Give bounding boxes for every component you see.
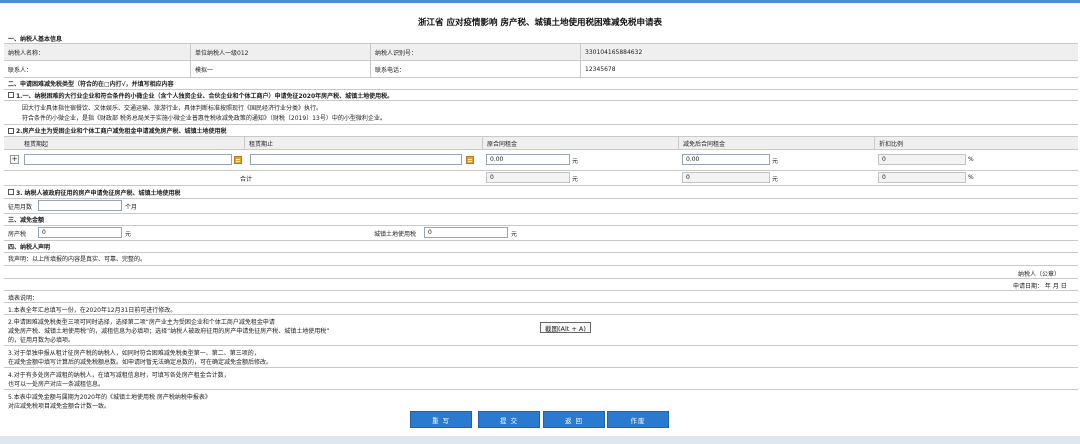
option-2-row: 2.房产业主为受困企业和个体工商户减免租金申请减免房产税、城镇土地使用税 xyxy=(4,125,1078,136)
screenshot-tooltip: 截图(Alt + A) xyxy=(540,322,591,333)
requisition-months-input[interactable] xyxy=(38,200,122,211)
option-3-label: 3. 纳税人被政府征用的房产申请免征房产税、城镇土地使用税 xyxy=(16,189,181,197)
unit-yuan: 元 xyxy=(772,158,779,165)
col-rent-before: 原合同租金 xyxy=(482,137,678,149)
lease-end-input[interactable] xyxy=(250,154,462,165)
notes-heading: 填表说明： xyxy=(8,295,39,302)
divider xyxy=(4,278,1078,279)
reduction-amount-row: 房产税 0 元 城镇土地使用税 0 元 xyxy=(4,226,1078,240)
taxpayer-id-value: 330104165884632 xyxy=(580,44,1078,60)
option-1-note-2: 符合条件的小微企业，是指《财政部 税务总局关于实施小微企业普惠性税收减免政策的通… xyxy=(22,114,386,122)
lease-total-row: 合计 0 元 0 元 0 % xyxy=(4,171,1078,185)
note-5a: 5.本表中减免金额与属期为2020年的《城镇土地使用税 房产税纳税申报表》 xyxy=(8,394,211,401)
contact-value: 模拟一 xyxy=(190,61,370,77)
rent-before-input[interactable]: 0.00 xyxy=(486,154,570,165)
land-tax-input[interactable]: 0 xyxy=(424,227,508,238)
section-2-heading: 二、申请困难减免税类型（符合的在□内打√，并填写相应内容 xyxy=(8,81,174,88)
back-button[interactable]: 返 回 xyxy=(543,411,605,428)
total-discount: 0 xyxy=(878,172,966,183)
add-row-button[interactable]: + xyxy=(10,155,19,164)
calendar-icon[interactable] xyxy=(234,156,242,164)
taxpayer-name-row: 纳税人名称： 单位纳税人一级012 纳税人识别号： 33010416588463… xyxy=(4,44,1078,60)
col-rent-after: 减免后合同租金 xyxy=(678,137,874,149)
unit-yuan: 元 xyxy=(772,176,779,183)
option-1-row: 1.一、纳税困难的大行业企业和符合条件的小微企业（含个人独资企业、合伙企业和个体… xyxy=(4,90,1078,100)
property-tax-label: 房产税 xyxy=(8,231,27,238)
note-3b: 在减免金额中填写计算后的减免税额总数。如申请时暂无法确定总数的，可在确定减免金额… xyxy=(8,359,273,366)
lease-start-input[interactable] xyxy=(24,154,232,165)
requisition-label: 征用月数 xyxy=(8,204,33,211)
property-tax-input[interactable]: 0 xyxy=(38,227,122,238)
note-3a: 3.对于单独申报从租计征房产税的纳税人，如同时符合困难减免税类型第一、第二、第三… xyxy=(8,350,260,357)
divider xyxy=(4,290,1078,291)
section-3-heading: 三、减免金额 xyxy=(8,217,45,224)
section-4-heading: 四、纳税人声明 xyxy=(8,244,51,251)
application-date: 申请日期： 年 月 日 xyxy=(1013,283,1067,290)
land-tax-label: 城镇土地使用税 xyxy=(374,231,417,238)
discount-output: 0 xyxy=(878,154,966,165)
requisition-row: 征用月数 个月 xyxy=(4,199,1078,213)
option-2-label: 2.房产业主为受困企业和个体工商户减免租金申请减免房产税、城镇土地使用税 xyxy=(16,128,227,135)
col-lease-start: 租赁期起 xyxy=(24,140,49,148)
note-4b: 也可以一处房产对应一条减租信息。 xyxy=(8,381,105,388)
note-1: 1.本表全年汇总填写一份，在2020年12月31日前可进行修改。 xyxy=(8,307,177,314)
divider xyxy=(4,100,1078,101)
phone-value: 12345678 xyxy=(580,61,1078,77)
form-title: 浙江省 应对疫情影响 房产税、城镇土地使用税困难减免税申请表 xyxy=(418,18,662,28)
total-label: 合计 xyxy=(240,176,253,183)
divider xyxy=(4,314,1078,315)
submit-button[interactable]: 提 交 xyxy=(478,411,540,428)
option-1-checkbox[interactable] xyxy=(8,92,14,98)
contact-label: 联系人： xyxy=(8,66,33,74)
unit-percent: % xyxy=(968,156,974,163)
divider xyxy=(4,345,1078,346)
bottom-strip xyxy=(0,436,1080,444)
note-2a: 2.申请困难减免税类型三项可同时选择，选择第二项“房产业主为受困企业和个体工商户… xyxy=(8,319,275,326)
divider xyxy=(4,302,1078,303)
top-bar xyxy=(0,0,1080,3)
void-button[interactable]: 作废 xyxy=(607,411,669,428)
total-rent-before: 0 xyxy=(486,172,570,183)
section-1-heading: 一、纳税人基本信息 xyxy=(8,35,63,43)
divider xyxy=(4,367,1078,368)
note-4a: 4.对于有多处房产减租的纳税人，在填写减租信息时，可填写各处房产租金合计数， xyxy=(8,372,230,379)
option-2-checkbox[interactable] xyxy=(8,127,14,134)
total-rent-after: 0 xyxy=(682,172,770,183)
reset-button[interactable]: 重 写 xyxy=(410,411,472,428)
declaration-row: 我声明：以上所填报的内容是真实、可靠、完整的。 xyxy=(8,256,147,263)
note-2b: 减免房产税、城镇土地使用税”的，减租信息为必填项；选择“纳税人被政府征用的房产申… xyxy=(8,328,330,335)
signature-label: 纳税人（公章） xyxy=(1018,271,1061,278)
note-5b: 对应减免税项目减免金额合计数一致。 xyxy=(8,403,111,410)
unit-percent: % xyxy=(968,174,974,181)
option-3-row: 3. 纳税人被政府征用的房产申请免征房产税、城镇土地使用税 xyxy=(4,186,1078,198)
phone-label: 联系电话： xyxy=(370,61,580,77)
rent-after-input[interactable]: 0.00 xyxy=(682,154,770,165)
requisition-unit: 个月 xyxy=(125,204,138,211)
divider xyxy=(4,265,1078,266)
taxpayer-name-label: 纳税人名称： xyxy=(8,49,45,57)
lease-row: + 0.00 元 0.00 元 0 % xyxy=(4,150,1078,170)
taxpayer-id-label: 纳税人识别号： xyxy=(370,44,580,60)
unit-yuan: 元 xyxy=(125,231,132,238)
unit-yuan: 元 xyxy=(572,176,579,183)
option-1-note-1: 因大行业具体指住宿餐饮、文体娱乐、交通运输、旅游行业，具体判断标准按照现行《国民… xyxy=(22,104,323,112)
unit-yuan: 元 xyxy=(511,231,518,238)
lease-table-header: 租赁期起 租赁期止 原合同租金 减免后合同租金 折扣比例 xyxy=(4,137,1078,149)
option-3-checkbox[interactable] xyxy=(8,189,14,195)
taxpayer-name-value: 单位纳税人一级012 xyxy=(190,44,370,60)
unit-yuan: 元 xyxy=(572,158,579,165)
contact-row: 联系人： 模拟一 联系电话： 12345678 xyxy=(4,61,1078,77)
calendar-icon[interactable] xyxy=(466,156,474,164)
col-lease-end: 租赁期止 xyxy=(244,137,482,149)
divider xyxy=(4,389,1078,390)
note-2c: 的，征用月数为必填项。 xyxy=(8,337,75,344)
col-discount: 折扣比例 xyxy=(874,137,1078,149)
option-1-label: 1.一、纳税困难的大行业企业和符合条件的小微企业（含个人独资企业、合伙企业和个体… xyxy=(16,92,394,100)
